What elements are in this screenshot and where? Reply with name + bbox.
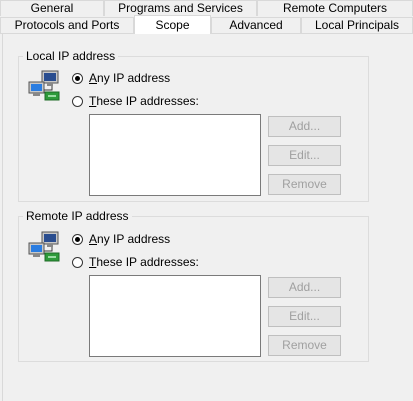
tab-local-principals[interactable]: Local Principals xyxy=(301,17,413,33)
local-these-ips-radio[interactable] xyxy=(72,95,83,107)
local-these-ips-mnemonic: T xyxy=(89,94,97,108)
tab-strip-row-2: Protocols and Ports Scope Advanced Local… xyxy=(0,15,413,34)
local-any-ip-option[interactable]: Any IP address xyxy=(72,71,170,85)
remote-any-ip-option[interactable]: Any IP address xyxy=(72,232,170,246)
remote-add-button[interactable]: Add... xyxy=(268,277,341,298)
remote-these-ips-option[interactable]: These IP addresses: xyxy=(72,255,199,269)
local-ip-list[interactable] xyxy=(89,114,261,196)
tab-scope[interactable]: Scope xyxy=(134,15,211,34)
remote-any-ip-mnemonic: A xyxy=(89,232,98,246)
local-edit-button[interactable]: Edit... xyxy=(268,145,341,166)
network-computers-icon xyxy=(28,70,60,101)
remote-ip-group-title: Remote IP address xyxy=(23,208,132,224)
local-any-ip-label: ny IP address xyxy=(97,71,171,85)
network-computers-icon xyxy=(28,231,60,262)
remote-these-ips-radio[interactable] xyxy=(72,256,83,268)
tab-strip-row-1: General Programs and Services Remote Com… xyxy=(0,0,413,16)
remote-any-ip-label: ny IP address xyxy=(97,232,171,246)
local-add-button[interactable]: Add... xyxy=(268,116,341,137)
tab-programs-and-services[interactable]: Programs and Services xyxy=(104,0,257,16)
panel-left-border xyxy=(2,33,3,401)
local-these-ips-option[interactable]: These IP addresses: xyxy=(72,94,199,108)
local-remove-button[interactable]: Remove xyxy=(268,174,341,195)
tab-general[interactable]: General xyxy=(0,0,104,16)
local-any-ip-radio[interactable] xyxy=(72,72,83,84)
remote-edit-button[interactable]: Edit... xyxy=(268,306,341,327)
local-ip-group-title: Local IP address xyxy=(23,48,119,64)
remote-remove-button[interactable]: Remove xyxy=(268,335,341,356)
local-any-ip-mnemonic: A xyxy=(89,71,98,85)
local-these-ips-label: hese IP addresses: xyxy=(96,94,199,108)
remote-these-ips-label: hese IP addresses: xyxy=(96,255,199,269)
tab-protocols-and-ports[interactable]: Protocols and Ports xyxy=(0,17,134,33)
tab-remote-computers[interactable]: Remote Computers xyxy=(257,0,413,16)
tab-advanced[interactable]: Advanced xyxy=(211,17,301,33)
remote-ip-list[interactable] xyxy=(89,275,261,357)
remote-any-ip-radio[interactable] xyxy=(72,233,83,245)
remote-these-ips-mnemonic: T xyxy=(89,255,97,269)
